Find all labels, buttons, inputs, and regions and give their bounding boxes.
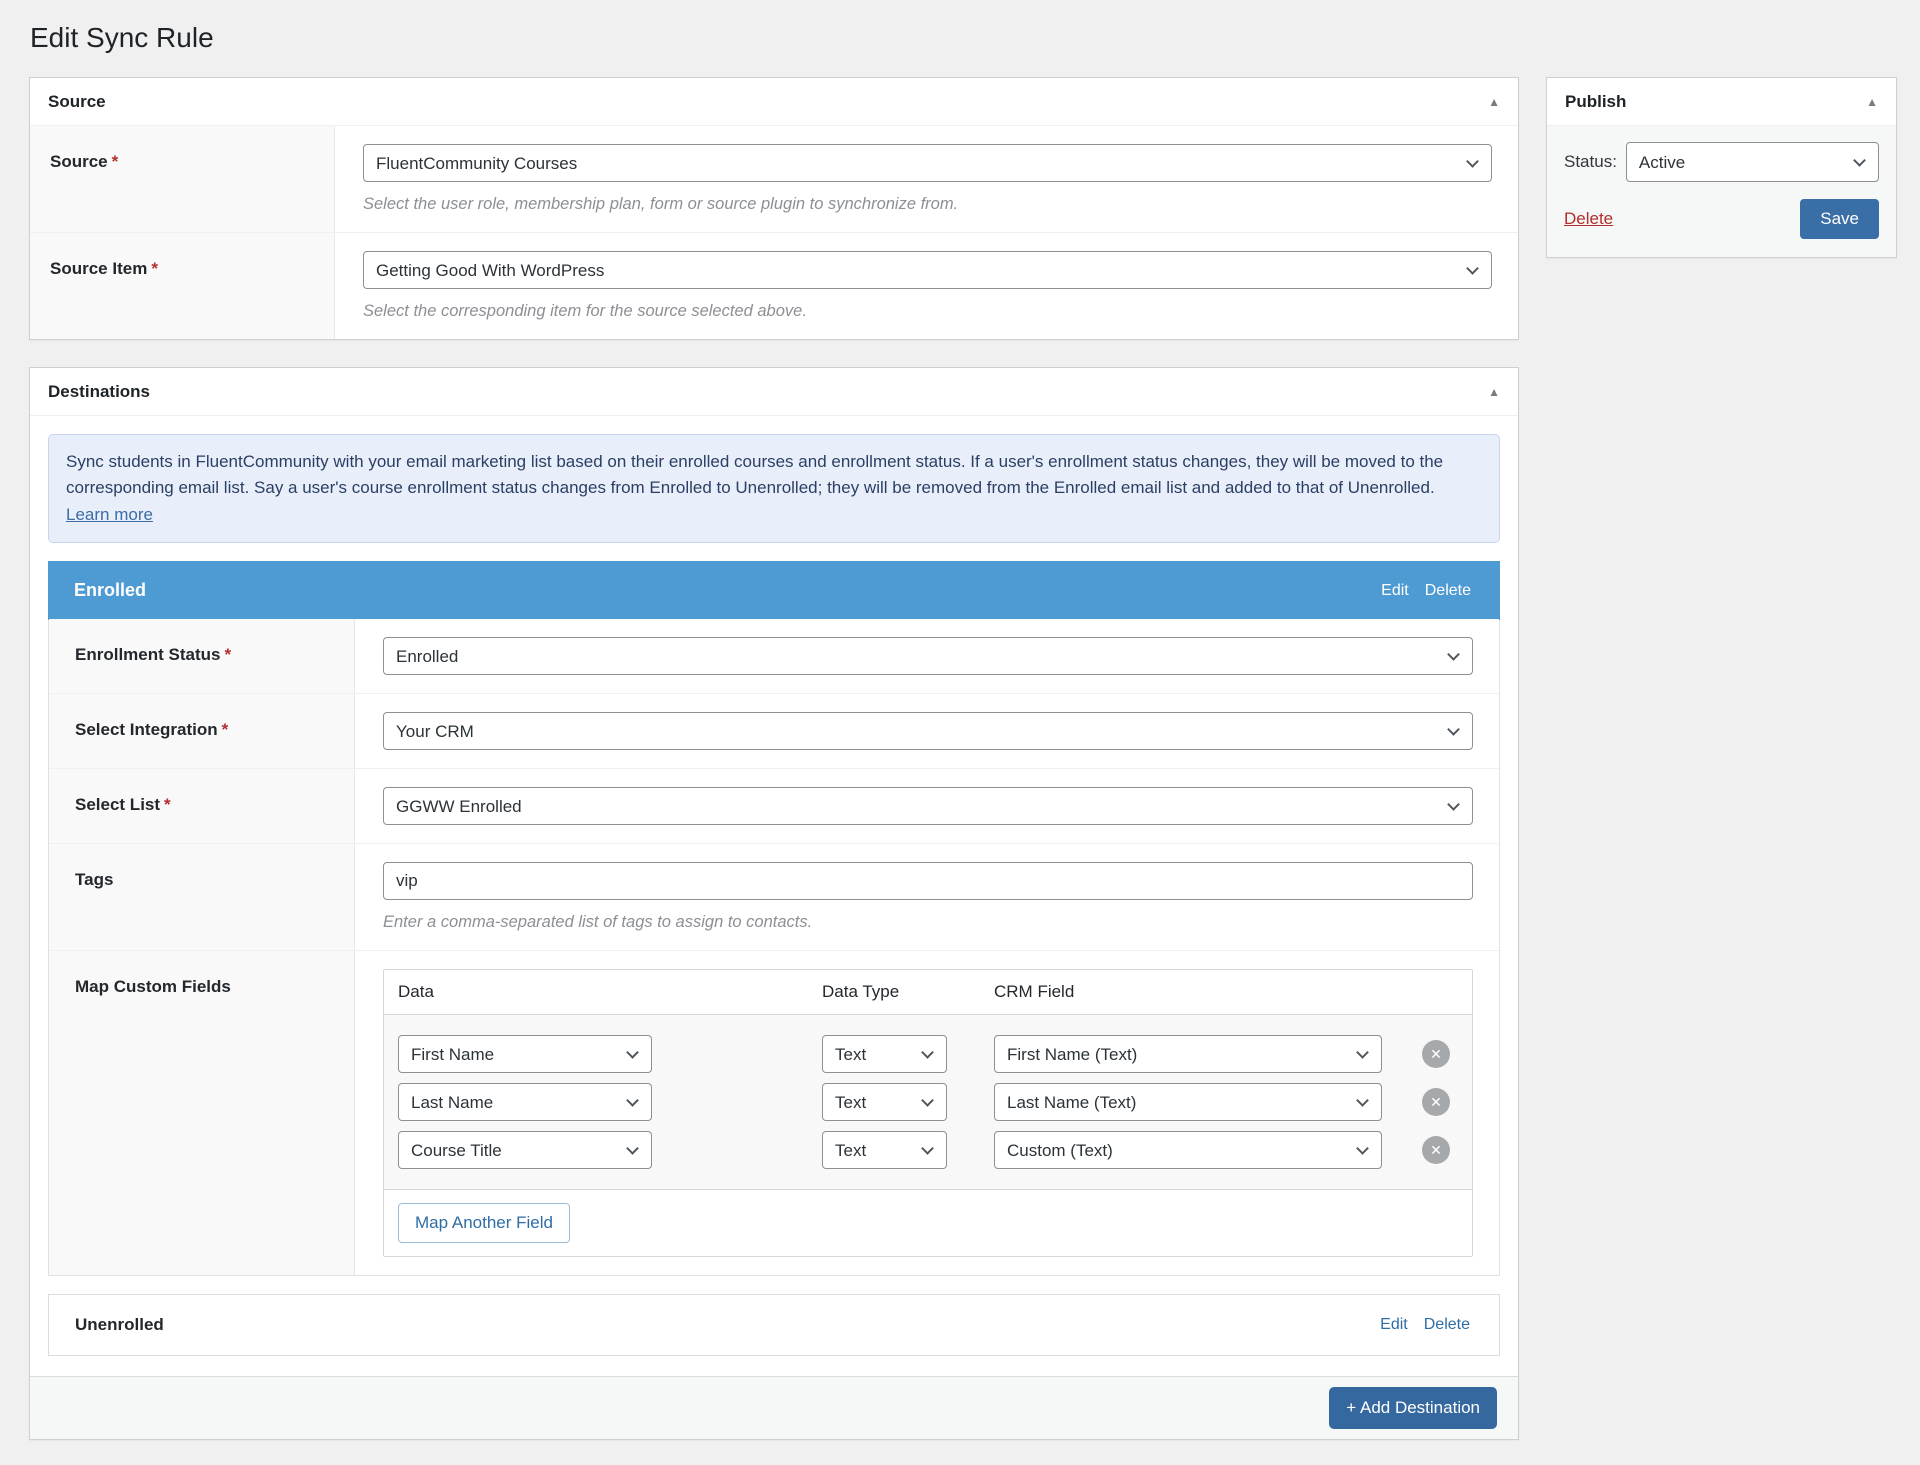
enrollment-status-label: Enrollment Status* <box>49 619 355 693</box>
enrollment-status-field-cell: Enrolled <box>355 619 1499 693</box>
remove-field-button[interactable]: ✕ <box>1422 1088 1450 1116</box>
source-item-help-text: Select the corresponding item for the so… <box>363 302 1492 321</box>
add-destination-button[interactable]: + Add Destination <box>1329 1387 1497 1429</box>
source-item-row: Source Item* Getting Good With WordPress… <box>30 233 1518 339</box>
source-panel-header: Source ▲ <box>30 78 1518 126</box>
destinations-info-box: Sync students in FluentCommunity with yo… <box>48 434 1500 543</box>
remove-field-button[interactable]: ✕ <box>1422 1136 1450 1164</box>
unenrolled-card-title: Unenrolled <box>75 1315 164 1335</box>
map-data-select[interactable]: First Name <box>398 1035 652 1073</box>
unenrolled-delete-link[interactable]: Delete <box>1424 1316 1470 1334</box>
source-item-label: Source Item* <box>30 233 335 339</box>
source-panel: Source ▲ Source* FluentCommunity Courses… <box>29 77 1519 340</box>
enrolled-destination-card: Enrolled Edit Delete Enrollment Status* … <box>48 561 1500 1276</box>
map-type-select[interactable]: Text <box>822 1131 947 1169</box>
destinations-info-text: Sync students in FluentCommunity with yo… <box>66 452 1443 497</box>
save-button[interactable]: Save <box>1800 199 1879 239</box>
source-row: Source* FluentCommunity Courses Select t… <box>30 126 1518 233</box>
collapse-arrow-icon[interactable]: ▲ <box>1866 96 1878 108</box>
column-header-data-type: Data Type <box>822 982 994 1002</box>
required-star: * <box>222 720 229 739</box>
delete-rule-link[interactable]: Delete <box>1564 209 1613 229</box>
map-fields-table-footer: Map Another Field <box>384 1190 1472 1256</box>
source-panel-title: Source <box>48 92 106 112</box>
source-item-field-cell: Getting Good With WordPress Select the c… <box>335 233 1518 339</box>
map-custom-fields-row: Map Custom Fields Data Data Type CRM Fie… <box>49 951 1499 1275</box>
map-crm-select[interactable]: Custom (Text) <box>994 1131 1382 1169</box>
map-field-row: Course Title Text <box>398 1131 1458 1169</box>
enrollment-status-select[interactable]: Enrolled <box>383 637 1473 675</box>
map-field-row: First Name Text <box>398 1035 1458 1073</box>
column-header-crm-field: CRM Field <box>994 982 1414 1002</box>
select-integration-label: Select Integration* <box>49 694 355 768</box>
select-list-label: Select List* <box>49 769 355 843</box>
publish-panel-body: Status: Active Delete Save <box>1547 126 1896 257</box>
source-item-select[interactable]: Getting Good With WordPress <box>363 251 1492 289</box>
map-field-row: Last Name Text <box>398 1083 1458 1121</box>
destinations-panel-header: Destinations ▲ <box>30 368 1518 416</box>
enrolled-edit-link[interactable]: Edit <box>1381 582 1409 600</box>
source-help-text: Select the user role, membership plan, f… <box>363 195 1492 214</box>
map-crm-select[interactable]: First Name (Text) <box>994 1035 1382 1073</box>
tags-field-cell: Enter a comma-separated list of tags to … <box>355 844 1499 950</box>
tags-help-text: Enter a comma-separated list of tags to … <box>383 913 1473 932</box>
unenrolled-destination-card: Unenrolled Edit Delete <box>48 1294 1500 1356</box>
unenrolled-edit-link[interactable]: Edit <box>1380 1316 1408 1334</box>
select-integration-field-cell: Your CRM <box>355 694 1499 768</box>
required-star: * <box>224 645 231 664</box>
map-crm-select[interactable]: Last Name (Text) <box>994 1083 1382 1121</box>
source-select[interactable]: FluentCommunity Courses <box>363 144 1492 182</box>
list-select[interactable]: GGWW Enrolled <box>383 787 1473 825</box>
enrolled-card-header: Enrolled Edit Delete <box>48 561 1500 620</box>
collapse-arrow-icon[interactable]: ▲ <box>1488 386 1500 398</box>
select-list-row: Select List* GGWW Enrolled <box>49 769 1499 844</box>
map-fields-table-header: Data Data Type CRM Field <box>384 970 1472 1015</box>
map-data-select[interactable]: Course Title <box>398 1131 652 1169</box>
source-field-cell: FluentCommunity Courses Select the user … <box>335 126 1518 232</box>
destinations-panel-title: Destinations <box>48 382 150 402</box>
collapse-arrow-icon[interactable]: ▲ <box>1488 96 1500 108</box>
select-list-field-cell: GGWW Enrolled <box>355 769 1499 843</box>
required-star: * <box>112 152 119 171</box>
remove-field-button[interactable]: ✕ <box>1422 1040 1450 1068</box>
map-data-select[interactable]: Last Name <box>398 1083 652 1121</box>
enrollment-status-row: Enrollment Status* Enrolled <box>49 619 1499 694</box>
source-label: Source* <box>30 126 335 232</box>
map-fields-table-body: First Name Text <box>384 1015 1472 1190</box>
destinations-panel: Destinations ▲ Sync students in FluentCo… <box>29 367 1519 1440</box>
status-label: Status: <box>1564 152 1617 172</box>
map-custom-fields-label: Map Custom Fields <box>49 951 355 1275</box>
tags-label: Tags <box>49 844 355 950</box>
enrolled-card-title: Enrolled <box>74 580 146 601</box>
page-title: Edit Sync Rule <box>30 22 214 54</box>
required-star: * <box>164 795 171 814</box>
column-header-data: Data <box>398 982 822 1002</box>
status-select[interactable]: Active <box>1626 142 1879 182</box>
destinations-panel-body: Sync students in FluentCommunity with yo… <box>30 416 1518 1376</box>
publish-actions: Delete Save <box>1564 199 1879 239</box>
map-type-select[interactable]: Text <box>822 1083 947 1121</box>
map-fields-table: Data Data Type CRM Field First Name <box>383 969 1473 1257</box>
destinations-panel-footer: + Add Destination <box>30 1376 1518 1439</box>
map-custom-fields-cell: Data Data Type CRM Field First Name <box>355 951 1499 1275</box>
map-type-select[interactable]: Text <box>822 1035 947 1073</box>
publish-panel-header: Publish ▲ <box>1547 78 1896 126</box>
select-integration-row: Select Integration* Your CRM <box>49 694 1499 769</box>
learn-more-link[interactable]: Learn more <box>66 505 153 524</box>
tags-input[interactable] <box>383 862 1473 900</box>
publish-panel-title: Publish <box>1565 92 1626 112</box>
status-row: Status: Active <box>1564 142 1879 182</box>
map-another-field-button[interactable]: Map Another Field <box>398 1203 570 1243</box>
required-star: * <box>151 259 158 278</box>
publish-panel: Publish ▲ Status: Active Delete Save <box>1546 77 1897 258</box>
tags-row: Tags Enter a comma-separated list of tag… <box>49 844 1499 951</box>
enrolled-delete-link[interactable]: Delete <box>1425 582 1471 600</box>
integration-select[interactable]: Your CRM <box>383 712 1473 750</box>
